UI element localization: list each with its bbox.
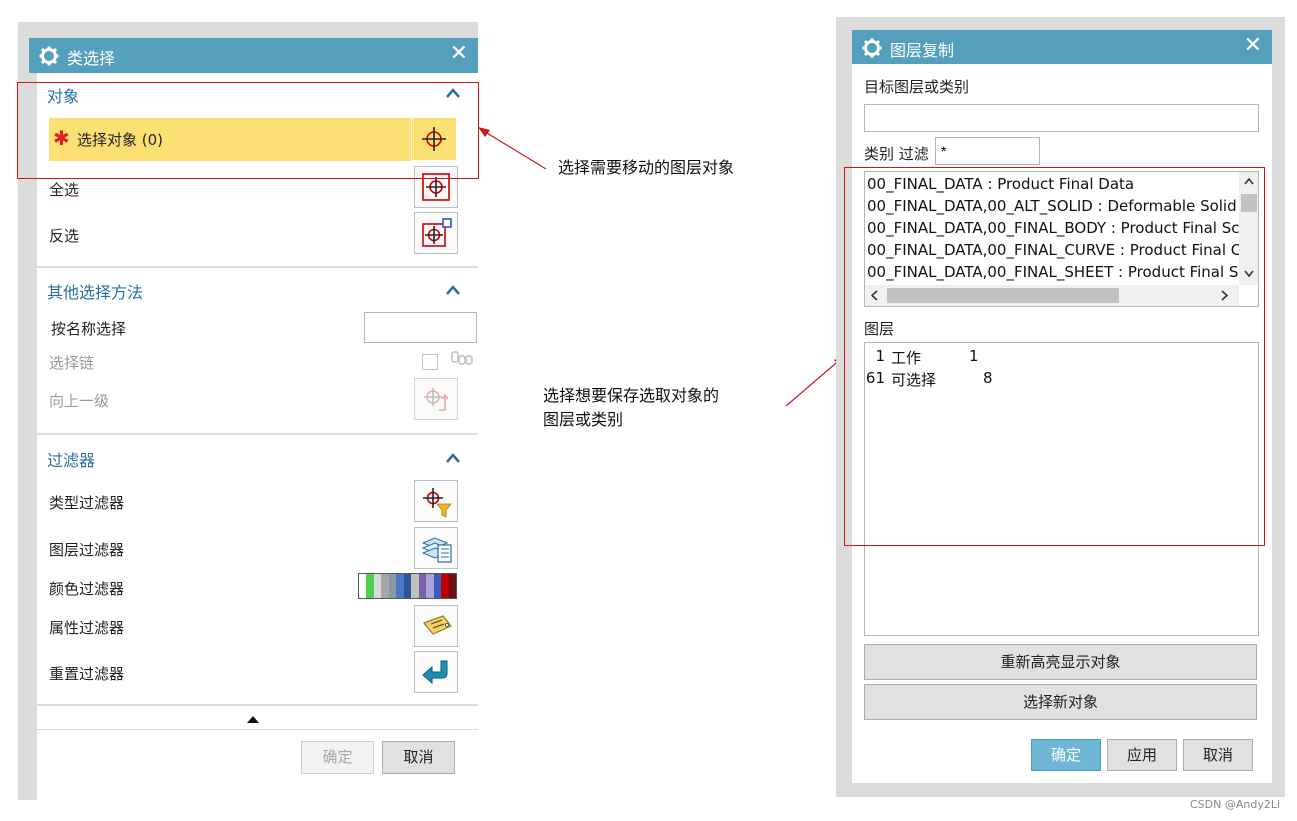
color-swatch	[388, 574, 397, 598]
category-filter-input[interactable]	[935, 137, 1040, 165]
collapse-triangle-icon[interactable]	[246, 715, 260, 724]
up-one-level-label: 向上一级	[49, 392, 110, 410]
annotation-box-objects	[17, 82, 479, 179]
up-level-icon	[424, 388, 449, 411]
color-swatch	[403, 574, 412, 598]
layer-filter-button[interactable]	[414, 527, 458, 569]
dialog-footer: 确定 取消	[37, 706, 478, 800]
invert-selection-icon	[422, 218, 452, 247]
annotation-note-1: 选择需要移动的图层对象	[558, 158, 735, 177]
footer-divider	[37, 729, 478, 730]
color-swatch	[426, 574, 434, 598]
gear-icon	[39, 46, 59, 66]
chevron-up-icon[interactable]	[445, 452, 461, 464]
gear-icon	[862, 38, 882, 58]
dialog-title: 图层复制	[890, 41, 955, 60]
color-swatch	[418, 574, 427, 598]
attribute-filter-button[interactable]	[414, 605, 458, 647]
ok-button[interactable]: 确定	[301, 741, 374, 774]
color-swatch	[411, 574, 419, 598]
attribute-filter-label: 属性过滤器	[49, 619, 125, 637]
chevron-up-icon[interactable]	[445, 284, 461, 296]
color-filter-swatch-button[interactable]	[358, 573, 457, 599]
layer-copy-titlebar: 图层复制 ✕	[852, 30, 1272, 64]
watermark-text: CSDN @Andy2Li	[1190, 798, 1281, 811]
close-icon[interactable]: ✕	[450, 42, 468, 66]
chain-icon	[451, 351, 473, 365]
invert-label: 反选	[49, 227, 80, 245]
target-label: 目标图层或类别	[864, 78, 970, 96]
reset-arrow-icon	[422, 660, 448, 685]
annotation-note-2-line-2: 图层或类别	[543, 410, 624, 429]
filters-section: 过滤器 类型过滤器 图层过滤器 颜色过滤器 属性过滤器 重置过滤器	[37, 435, 478, 704]
other-methods-section: 其他选择方法 按名称选择 选择链 向上一级	[37, 268, 478, 433]
type-filter-label: 类型过滤器	[49, 494, 125, 512]
reset-filter-button[interactable]	[414, 651, 458, 693]
other-methods-title[interactable]: 其他选择方法	[47, 279, 143, 303]
rehighlight-button[interactable]: 重新高亮显示对象	[864, 644, 1257, 680]
cancel-button[interactable]: 取消	[382, 741, 455, 774]
annotation-arrow-left	[478, 127, 547, 170]
annotation-note-2-line-1: 选择想要保存选取对象的	[543, 386, 720, 405]
cancel-button[interactable]: 取消	[1183, 739, 1253, 771]
color-swatch	[441, 574, 449, 598]
layer-filter-icon	[421, 537, 452, 563]
type-filter-icon	[423, 488, 452, 518]
color-swatch	[433, 574, 442, 598]
select-chain-checkbox[interactable]	[422, 354, 438, 370]
filters-title[interactable]: 过滤器	[47, 447, 95, 471]
by-name-input[interactable]	[364, 312, 477, 343]
color-filter-label: 颜色过滤器	[49, 580, 125, 598]
color-swatch	[448, 574, 457, 598]
target-input[interactable]	[864, 104, 1259, 132]
apply-button[interactable]: 应用	[1107, 739, 1177, 771]
color-swatch	[359, 574, 367, 598]
type-filter-button[interactable]	[414, 480, 458, 522]
ok-button[interactable]: 确定	[1031, 739, 1101, 771]
select-chain-label: 选择链	[49, 354, 95, 372]
annotation-box-layers	[844, 167, 1265, 546]
select-new-objects-button[interactable]: 选择新对象	[864, 684, 1257, 720]
up-one-level-button[interactable]	[414, 378, 458, 420]
select-all-label: 全选	[49, 181, 80, 199]
color-swatch	[373, 574, 382, 598]
category-filter-label: 类别 过滤	[864, 145, 929, 163]
color-swatch	[381, 574, 389, 598]
invert-button[interactable]	[414, 212, 458, 254]
reset-filter-label: 重置过滤器	[49, 665, 125, 683]
close-icon[interactable]: ✕	[1244, 34, 1262, 58]
layer-filter-label: 图层过滤器	[49, 541, 125, 559]
class-select-titlebar: 类选择 ✕	[29, 38, 478, 73]
by-name-label: 按名称选择	[51, 320, 127, 338]
dialog-title: 类选择	[67, 49, 116, 68]
color-swatch	[396, 574, 404, 598]
color-swatch	[366, 574, 374, 598]
attribute-tag-icon	[423, 615, 452, 635]
